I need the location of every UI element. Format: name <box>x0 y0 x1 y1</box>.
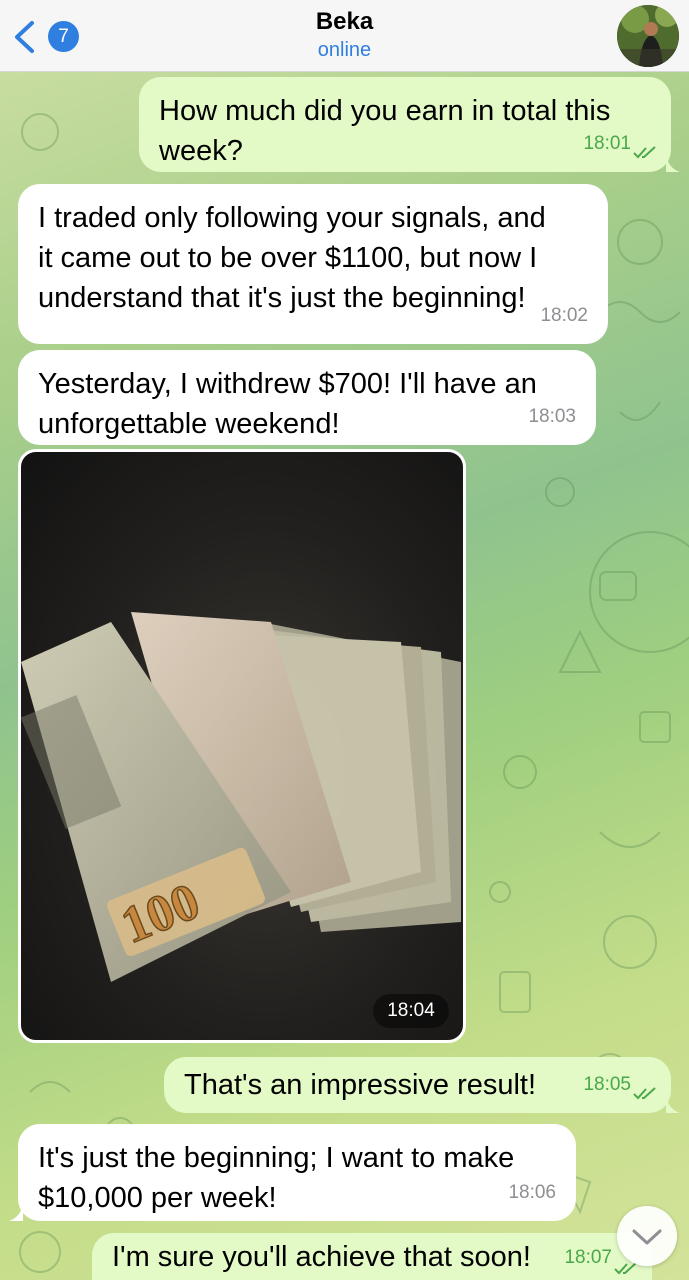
chat-header: 7 Beka online <box>0 0 689 72</box>
contact-name[interactable]: Beka <box>0 8 689 36</box>
message-outgoing[interactable]: How much did you earn in total this week… <box>139 77 680 172</box>
message-incoming[interactable]: Yesterday, I withdrew $700! I'll have an… <box>18 350 596 445</box>
message-text-line: Yesterday, I withdrew $700! I'll have an <box>38 368 537 400</box>
message-outgoing[interactable]: That's an impressive result! 18:05 <box>164 1057 680 1113</box>
message-time: 18:07 <box>564 1247 612 1268</box>
message-incoming[interactable]: It's just the beginning; I want to make … <box>9 1124 576 1221</box>
contact-status: online <box>317 39 372 61</box>
bubble-tail <box>666 1095 680 1113</box>
double-check-icon <box>633 146 656 159</box>
message-time: 18:06 <box>508 1182 556 1203</box>
message-text-line: week? <box>159 135 243 167</box>
message-text-line: I'm sure you'll achieve that soon! <box>112 1241 531 1273</box>
message-time: 18:02 <box>540 305 588 326</box>
avatar[interactable] <box>617 5 679 67</box>
bubble-tail <box>9 1203 23 1221</box>
message-text-line: How much did you earn in total this <box>159 95 611 127</box>
message-text-line: it came out to be over $1100, but now I <box>38 242 538 274</box>
scroll-down-button[interactable] <box>617 1206 677 1266</box>
chevron-down-icon <box>632 1229 662 1245</box>
message-text-line: $10,000 per week! <box>38 1182 277 1214</box>
message-text-line: I traded only following your signals, an… <box>38 202 546 234</box>
message-incoming[interactable]: I traded only following your signals, an… <box>18 184 608 344</box>
message-time: 18:01 <box>583 133 631 154</box>
message-time: 18:05 <box>583 1074 631 1095</box>
message-text-line: understand that it's just the beginning! <box>38 282 526 314</box>
money-photo: 100 <box>21 612 461 982</box>
avatar-image <box>617 5 679 67</box>
message-time: 18:04 <box>373 994 449 1028</box>
photo-message[interactable]: 100 18:04 <box>18 449 466 1043</box>
message-time: 18:03 <box>528 406 576 427</box>
double-check-icon <box>633 1087 656 1100</box>
message-text-line: It's just the beginning; I want to make <box>38 1142 515 1174</box>
bubble-tail <box>666 154 680 172</box>
message-outgoing[interactable]: I'm sure you'll achieve that soon! 18:07 <box>92 1233 652 1280</box>
message-text-line: That's an impressive result! <box>184 1069 537 1101</box>
message-text-line: unforgettable weekend! <box>38 408 340 440</box>
